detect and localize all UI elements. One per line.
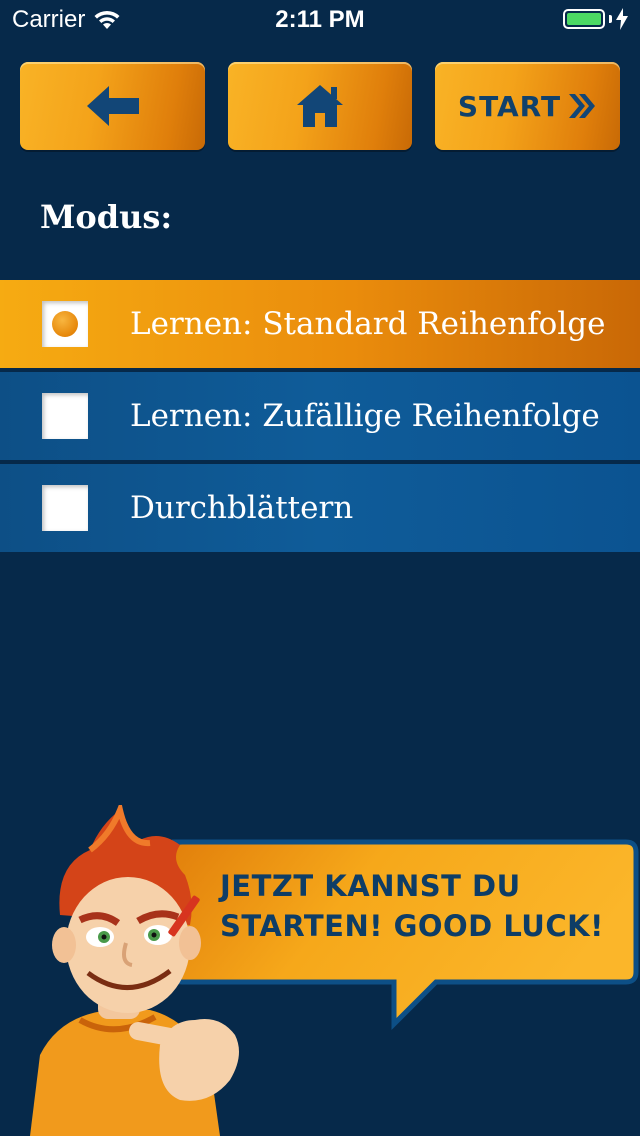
radio-checkbox[interactable] xyxy=(42,393,88,439)
start-button[interactable]: START xyxy=(435,62,620,150)
home-icon xyxy=(297,85,343,127)
mode-heading: Modus: xyxy=(40,198,173,236)
mascot-illustration xyxy=(30,805,239,1136)
radio-checkbox-selected[interactable] xyxy=(42,301,88,347)
option-browse[interactable]: Durchblättern xyxy=(0,464,640,552)
back-button[interactable] xyxy=(20,62,205,150)
battery-icon xyxy=(563,9,605,29)
battery-indicator xyxy=(563,8,628,30)
option-label: Durchblättern xyxy=(130,490,354,526)
home-button[interactable] xyxy=(228,62,412,150)
bubble-line-1: JETZT KANNST DU xyxy=(220,869,521,903)
option-label: Lernen: Zufällige Reihenfolge xyxy=(130,398,600,434)
arrow-left-icon xyxy=(86,86,139,126)
selected-dot-icon xyxy=(52,311,78,337)
clock: 2:11 PM xyxy=(275,6,365,33)
double-chevron-right-icon xyxy=(569,94,596,118)
option-random-order[interactable]: Lernen: Zufällige Reihenfolge xyxy=(0,372,640,460)
bubble-line-2: STARTEN! GOOD LUCK! xyxy=(220,909,604,943)
option-label: Lernen: Standard Reihenfolge xyxy=(130,306,606,342)
speech-bubble-text: JETZT KANNST DU STARTEN! GOOD LUCK! xyxy=(220,866,620,946)
charging-bolt-icon xyxy=(616,8,628,30)
option-standard-order[interactable]: Lernen: Standard Reihenfolge xyxy=(0,280,640,368)
radio-checkbox[interactable] xyxy=(42,485,88,531)
status-bar: Carrier 2:11 PM xyxy=(0,0,640,40)
start-label: START xyxy=(457,89,562,123)
